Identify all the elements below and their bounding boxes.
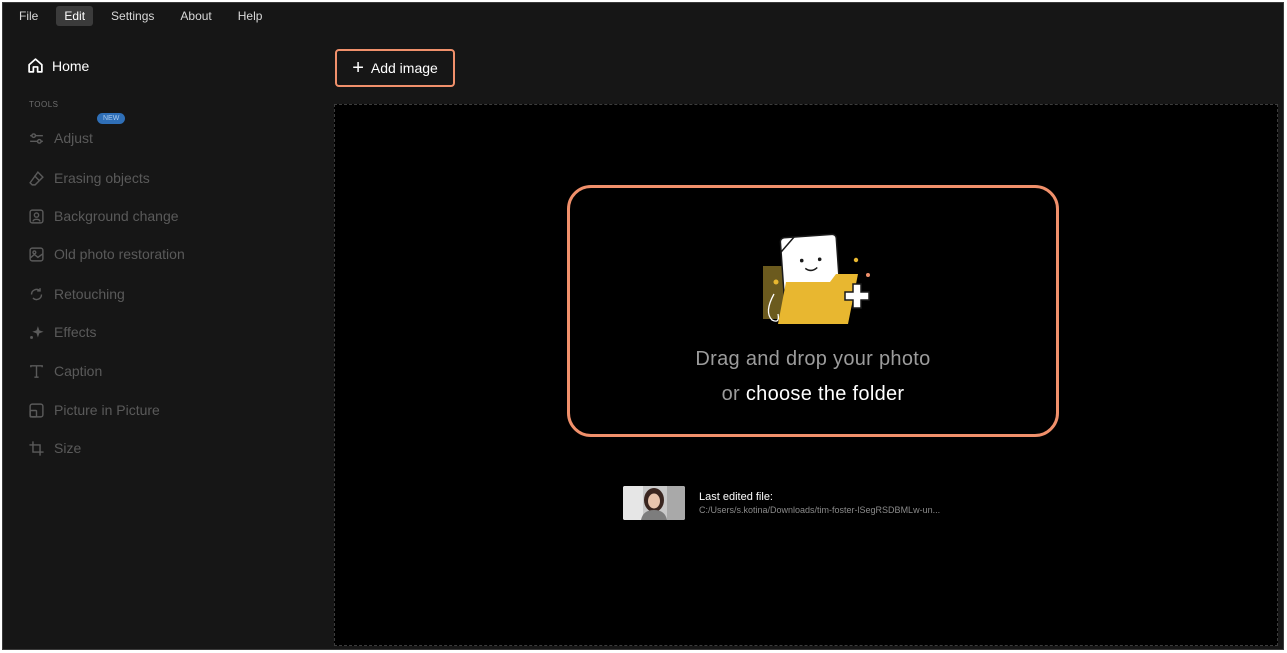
sidebar-item-label: Retouching bbox=[54, 286, 125, 302]
sidebar-item-label: Erasing objects bbox=[54, 170, 150, 186]
sidebar-item-retouching[interactable]: Retouching bbox=[27, 283, 125, 305]
home-icon bbox=[28, 58, 43, 73]
choose-folder-link[interactable]: choose the folder bbox=[746, 383, 905, 405]
drop-target[interactable]: Drag and drop your photo or choose the f… bbox=[567, 185, 1059, 437]
sidebar-item-label: Caption bbox=[54, 363, 103, 379]
sidebar-item-picture-in-picture[interactable]: Picture in Picture bbox=[27, 399, 160, 421]
sliders-icon bbox=[27, 129, 45, 147]
sidebar-item-background-change[interactable]: Background change bbox=[27, 205, 179, 227]
menu-bar: File Edit Settings About Help bbox=[3, 3, 1283, 29]
menu-settings[interactable]: Settings bbox=[103, 6, 162, 26]
menu-help[interactable]: Help bbox=[230, 6, 271, 26]
last-file-path: C:/Users/s.kotina/Downloads/tim-foster-l… bbox=[699, 505, 941, 515]
sparkle-icon bbox=[27, 323, 45, 341]
sidebar-item-adjust[interactable]: Adjust bbox=[27, 127, 93, 149]
sidebar: Home TOOLS NEW Adjust Erasing objects Ba… bbox=[3, 29, 333, 649]
crop-icon bbox=[27, 439, 45, 457]
last-file-info: Last edited file: C:/Users/s.kotina/Down… bbox=[699, 491, 940, 515]
sidebar-item-caption[interactable]: Caption bbox=[27, 360, 102, 382]
text-icon bbox=[27, 362, 45, 380]
sidebar-item-label: Old photo restoration bbox=[54, 246, 185, 262]
retouch-icon bbox=[27, 285, 45, 303]
sidebar-item-erasing-objects[interactable]: Erasing objects bbox=[27, 167, 150, 189]
menu-file[interactable]: File bbox=[11, 6, 46, 26]
folder-upload-illustration bbox=[763, 233, 870, 324]
last-file-thumbnail[interactable] bbox=[623, 486, 685, 520]
plus-icon: + bbox=[352, 57, 364, 79]
menu-edit[interactable]: Edit bbox=[56, 6, 94, 26]
sidebar-item-label: Background change bbox=[54, 208, 179, 224]
photo-restore-icon bbox=[27, 245, 45, 263]
sidebar-item-old-photo-restoration[interactable]: Old photo restoration bbox=[27, 243, 185, 265]
sidebar-item-label: Effects bbox=[54, 324, 97, 340]
app-window: File Edit Settings About Help Home TOOLS… bbox=[2, 2, 1284, 650]
sidebar-item-size[interactable]: Size bbox=[27, 437, 81, 459]
new-badge: NEW bbox=[97, 113, 126, 124]
pip-icon bbox=[27, 401, 45, 419]
drop-instruction-secondary: or choose the folder bbox=[570, 383, 1056, 406]
menu-about[interactable]: About bbox=[172, 6, 219, 26]
add-image-label: Add image bbox=[370, 60, 438, 76]
image-dropzone[interactable]: Drag and drop your photo or choose the f… bbox=[334, 104, 1278, 646]
sidebar-item-effects[interactable]: Effects bbox=[27, 321, 97, 343]
sidebar-item-label: Home bbox=[52, 57, 90, 74]
or-text: or bbox=[721, 383, 740, 405]
sidebar-item-label: Picture in Picture bbox=[54, 402, 160, 418]
sidebar-item-home[interactable]: Home bbox=[27, 57, 89, 74]
last-file-title: Last edited file: bbox=[699, 491, 773, 503]
sidebar-item-label: Adjust bbox=[54, 130, 93, 146]
last-edited-file[interactable]: Last edited file: C:/Users/s.kotina/Down… bbox=[623, 486, 940, 520]
eraser-icon bbox=[27, 169, 45, 187]
section-label-tools: TOOLS bbox=[29, 100, 59, 109]
sidebar-item-label: Size bbox=[54, 440, 82, 456]
portrait-icon bbox=[27, 207, 45, 225]
add-image-button[interactable]: + Add image bbox=[335, 49, 455, 87]
drop-instruction: Drag and drop your photo bbox=[695, 348, 931, 370]
